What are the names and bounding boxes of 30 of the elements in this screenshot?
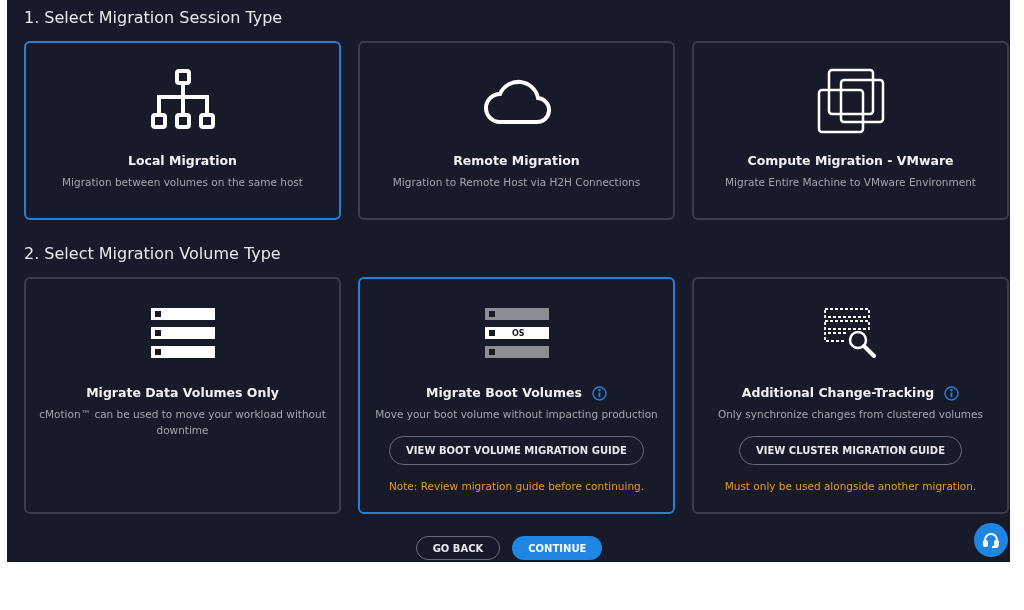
card-title: Migrate Data Volumes Only: [86, 384, 279, 402]
server-stack-icon: [150, 308, 215, 358]
card-description: Only synchronize changes from clustered volumes: [717, 407, 984, 422]
option-card[interactable]: Migrate Data Volumes Only cMotion™ can be used to move your workload without downtime: [24, 277, 341, 514]
warning-note: Must only be used alongside another migration.: [724, 479, 977, 493]
support-button[interactable]: [974, 523, 1008, 557]
card-title: Additional Change-Tracking: [741, 384, 935, 402]
card-title: Remote Migration: [453, 152, 580, 170]
info-icon[interactable]: [944, 385, 960, 401]
card-description: Migrate Entire Machine to VMware Environment: [725, 175, 976, 190]
card-title: Migrate Boot Volumes: [426, 384, 582, 402]
option-card[interactable]: Compute Migration - VMware Migrate Entire Machine to VMware Environment: [692, 41, 1009, 220]
option-card[interactable]: OS Migrate Boot Volumes Move your boot volume without impacting production VIEW BOOT VOLUME MIGRATION GUIDE Note: Review migration guide before continuing.: [358, 277, 675, 514]
option-card[interactable]: Remote Migration Migration to Remote Host via H2H Connections: [358, 41, 675, 220]
headset-icon: [982, 531, 1000, 549]
card-description: Migration to Remote Host via H2H Connections: [392, 175, 641, 190]
info-icon[interactable]: [591, 385, 607, 401]
section-heading: 1. Select Migration Session Type: [24, 8, 284, 28]
card-description: Move your boot volume without impacting production: [375, 407, 658, 422]
option-card[interactable]: Additional Change-Tracking Only synchronize changes from clustered volumes VIEW CLUSTER MIGRATION GUIDE Must only be used alongside another migration.: [692, 277, 1009, 514]
card-title: Local Migration: [127, 152, 238, 170]
section-heading: 2. Select Migration Volume Type: [24, 244, 282, 264]
card-title: Compute Migration - VMware: [747, 152, 954, 170]
warning-note: Note: Review migration guide before continuing.: [388, 479, 645, 493]
option-card[interactable]: Local Migration Migration between volumes on the same host: [24, 41, 341, 220]
card-description: Migration between volumes on the same host: [62, 175, 303, 190]
card-description: cMotion™ can be used to move your workload without downtime: [38, 407, 327, 438]
dotted-list-search-icon: [823, 308, 878, 358]
stacked-windows-icon: [816, 68, 885, 134]
continue-button[interactable]: CONTINUE: [512, 536, 603, 560]
